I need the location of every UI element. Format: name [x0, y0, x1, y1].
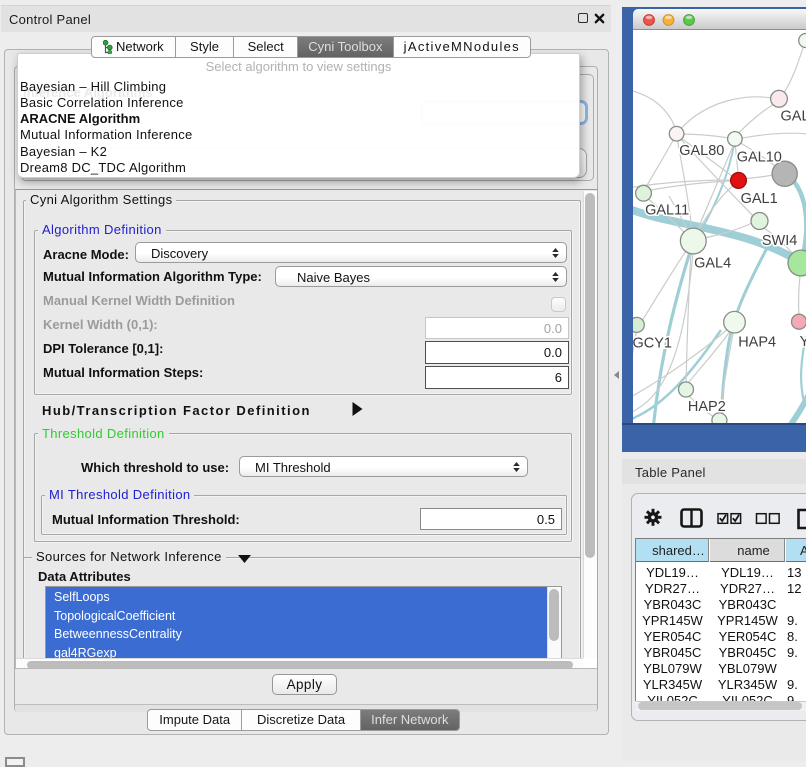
svg-text:GAL80: GAL80 [679, 143, 724, 159]
svg-text:SWI4: SWI4 [762, 233, 797, 249]
svg-text:GAL10: GAL10 [737, 150, 782, 166]
svg-text:HAP4: HAP4 [738, 335, 776, 351]
svg-text:HAP2: HAP2 [688, 399, 726, 415]
svg-text:GAL4: GAL4 [694, 256, 731, 272]
svg-text:GAL1: GAL1 [741, 191, 778, 207]
svg-text:GCY1: GCY1 [633, 336, 672, 352]
svg-text:GAL80: GAL80 [781, 109, 806, 125]
svg-text:YJ: YJ [800, 334, 806, 350]
svg-text:GAL11: GAL11 [645, 203, 689, 219]
